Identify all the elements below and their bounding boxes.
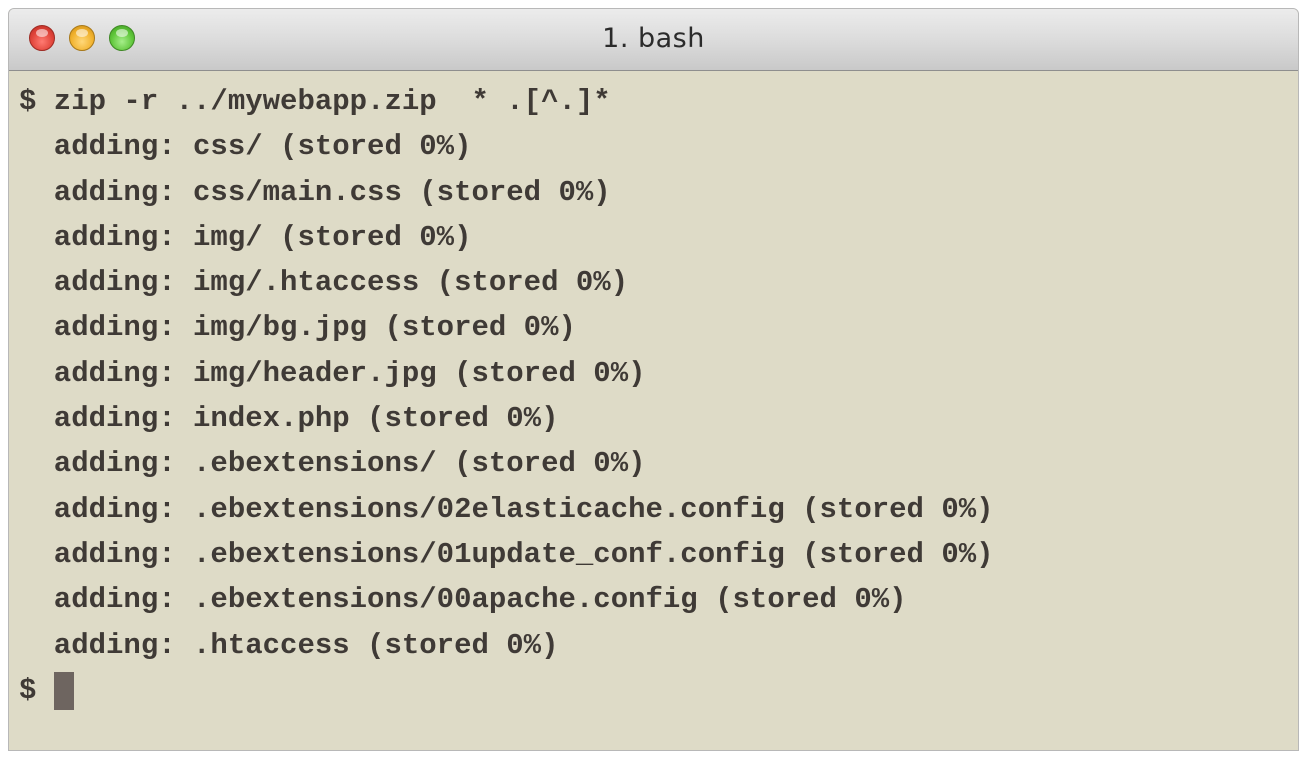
output-line: adding: img/ (stored 0%) [19, 220, 472, 254]
window-title: 1. bash [602, 23, 705, 54]
output-line: adding: index.php (stored 0%) [19, 402, 559, 436]
terminal-window: 1. bash $ zip -r ../mywebapp.zip * .[^.]… [8, 8, 1299, 751]
output-line: adding: .ebextensions/00apache.config (s… [19, 583, 907, 617]
output-line: adding: css/ (stored 0%) [19, 130, 472, 164]
command-line: $ zip -r ../mywebapp.zip * .[^.]* [19, 85, 611, 118]
output-line: adding: css/main.css (stored 0%) [19, 175, 611, 209]
title-bar[interactable]: 1. bash [9, 9, 1298, 71]
text-cursor [54, 671, 75, 710]
output-line: adding: .ebextensions/02elasticache.conf… [19, 492, 994, 526]
output-line: adding: img/header.jpg (stored 0%) [19, 356, 646, 390]
output-line: adding: .ebextensions/01update_conf.conf… [19, 537, 994, 571]
terminal-output[interactable]: $ zip -r ../mywebapp.zip * .[^.]* adding… [9, 71, 1298, 750]
output-line: adding: img/bg.jpg (stored 0%) [19, 311, 576, 345]
prompt-symbol: $ [19, 673, 37, 707]
output-line: adding: img/.htaccess (stored 0%) [19, 266, 629, 300]
output-line: adding: .ebextensions/ (stored 0%) [19, 447, 646, 481]
prompt-line[interactable]: $ [19, 668, 1298, 713]
output-line: adding: .htaccess (stored 0%) [19, 628, 559, 662]
